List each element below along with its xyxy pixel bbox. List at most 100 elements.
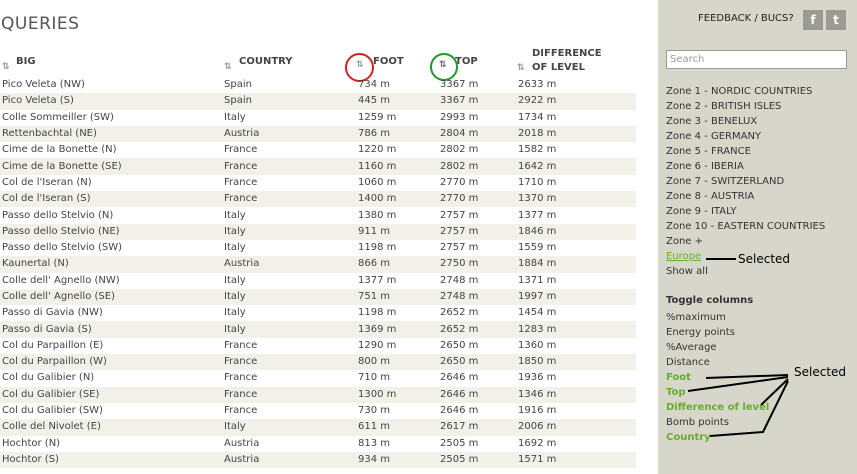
zone-item[interactable]: Show all: [666, 264, 825, 279]
cell-foot: 1160 m: [358, 158, 440, 175]
zone-item[interactable]: Zone 2 - BRITISH ISLES: [666, 99, 825, 114]
table-row[interactable]: Cime de la Bonette (SE) France 1160 m 2802 …: [0, 158, 636, 175]
table-row[interactable]: Hochtor (N) Austria 813 m 2505 m 1692 m: [0, 436, 636, 452]
table-row[interactable]: Kaunertal (N) Austria 866 m 2750 m 1884 m: [0, 256, 636, 273]
cell-top: 2748 m: [440, 274, 479, 286]
cell-top: 2757 m: [440, 209, 479, 221]
cell-difference: 1642 m: [518, 158, 636, 175]
cell-top: 2993 m: [440, 111, 479, 123]
zone-item[interactable]: Zone 5 - FRANCE: [666, 144, 825, 159]
cell-country: Austria: [224, 125, 358, 143]
cell-foot: 1060 m: [358, 176, 397, 188]
toggle-column-item[interactable]: %Average: [666, 340, 769, 355]
twitter-icon[interactable]: t: [826, 10, 846, 30]
cell-country: Italy: [224, 111, 246, 123]
cell-top: 2617 m: [440, 419, 518, 436]
zone-item[interactable]: Zone 3 - BENELUX: [666, 114, 825, 129]
cell-big: Cime de la Bonette (N): [2, 144, 117, 156]
cell-foot: 1198 m: [358, 307, 397, 319]
cell-big: Passo dello Stelvio (NE): [0, 223, 224, 240]
cell-difference: 1846 m: [518, 223, 636, 240]
toggle-column-item[interactable]: Difference of level: [666, 400, 769, 415]
table-row[interactable]: Pico Veleta (S) Spain 445 m 3367 m 2922 m: [0, 93, 636, 110]
table-row[interactable]: Colle del Nivolet (E) Italy 611 m 2617 m 200…: [0, 419, 636, 436]
table-row[interactable]: Rettenbachtal (NE) Austria 786 m 2804 m 2018…: [0, 125, 636, 143]
cell-difference: 2018 m: [518, 125, 636, 143]
search-input[interactable]: [666, 50, 847, 69]
cell-top: 3367 m: [440, 93, 518, 110]
table-row[interactable]: Col de l'Iseran (S) France 1400 m 2770 m 137…: [0, 191, 636, 208]
cell-difference: 2922 m: [518, 93, 636, 110]
zone-item[interactable]: Zone 1 - NORDIC COUNTRIES: [666, 84, 825, 99]
facebook-icon[interactable]: f: [803, 10, 823, 30]
table-row[interactable]: Col de l'Iseran (N) France 1060 m 2770 m 171…: [0, 175, 636, 191]
zone-item[interactable]: Zone 6 - IBERIA: [666, 159, 825, 174]
table-row[interactable]: Cime de la Bonette (N) France 1220 m 2802 m…: [0, 142, 636, 158]
table-row[interactable]: Col du Parpaillon (E) France 1290 m 2650 m 1…: [0, 338, 636, 354]
cell-top: 2770 m: [440, 176, 479, 188]
sort-icon[interactable]: ⇅: [224, 60, 231, 74]
toggle-column-item[interactable]: Energy points: [666, 325, 769, 340]
toggle-column-item[interactable]: Distance: [666, 355, 769, 370]
cell-country: Italy: [224, 321, 358, 338]
sort-icon[interactable]: ⇅: [517, 61, 524, 75]
page-title: QUERIES: [1, 14, 80, 34]
toggle-column-item[interactable]: %maximum: [666, 310, 769, 325]
zone-item[interactable]: Zone 10 - EASTERN COUNTRIES: [666, 219, 825, 234]
table-row[interactable]: Col du Galibier (SW) France 730 m 2646 m 191…: [0, 403, 636, 419]
table-row[interactable]: Hochtor (S) Austria 934 m 2505 m 1571 m: [0, 451, 636, 469]
toggle-column-item[interactable]: Top: [666, 385, 769, 400]
zone-item[interactable]: Zone +: [666, 234, 825, 249]
table-row[interactable]: Colle dell' Agnello (SE) Italy 751 m 2748 m…: [0, 288, 636, 306]
cell-country: Spain: [224, 79, 252, 91]
cell-difference: 1692 m: [518, 437, 557, 449]
table-row[interactable]: Passo dello Stelvio (N) Italy 1380 m 2757 m…: [0, 207, 636, 223]
cell-big: Col de l'Iseran (N): [2, 176, 92, 188]
table-row[interactable]: Passo di Gavia (NW) Italy 1198 m 2652 m 1454…: [0, 305, 636, 321]
cell-country: Italy: [224, 223, 358, 240]
cell-foot: 1259 m: [358, 111, 397, 123]
cell-country: Italy: [224, 307, 246, 319]
cell-top: 3367 m: [440, 79, 479, 91]
table-row[interactable]: Passo di Gavia (S) Italy 1369 m 2652 m 1283 …: [0, 321, 636, 338]
toggle-column-item[interactable]: Country: [666, 430, 769, 445]
feedback-link[interactable]: FEEDBACK / BUCS?: [698, 13, 794, 24]
sort-icon[interactable]: ⇅: [2, 60, 9, 74]
cell-top: 2646 m: [440, 405, 479, 417]
cell-big: Col du Parpaillon (W): [0, 354, 224, 371]
cell-difference: 1734 m: [518, 111, 557, 123]
table-row[interactable]: Colle dell' Agnello (NW) Italy 1377 m 2748 …: [0, 273, 636, 289]
table-row[interactable]: Pico Veleta (NW) Spain 734 m 3367 m 2633 m: [0, 77, 636, 93]
table-row[interactable]: Col du Galibier (SE) France 1300 m 2646 m 13…: [0, 386, 636, 403]
cell-top: 2802 m: [440, 158, 518, 175]
cell-difference: 2006 m: [518, 419, 636, 436]
table-row[interactable]: Col du Galibier (N) France 710 m 2646 m 1936…: [0, 370, 636, 386]
toggle-column-item[interactable]: Foot: [666, 370, 769, 385]
zone-item[interactable]: Zone 4 - GERMANY: [666, 129, 825, 144]
cell-foot: 1290 m: [358, 339, 397, 351]
table-row[interactable]: Col du Parpaillon (W) France 800 m 2650 m 18…: [0, 354, 636, 371]
zone-item[interactable]: Zone 8 - AUSTRIA: [666, 189, 825, 204]
cell-big: Rettenbachtal (NE): [0, 125, 224, 143]
cell-foot: 1300 m: [358, 386, 440, 403]
table-row[interactable]: Passo dello Stelvio (NE) Italy 911 m 2757 m…: [0, 223, 636, 240]
header-big-label: BIG: [16, 56, 36, 67]
cell-top: 2757 m: [440, 223, 518, 240]
cell-foot: 1198 m: [358, 242, 397, 254]
cell-foot: 1369 m: [358, 321, 440, 338]
cell-top: 2652 m: [440, 307, 479, 319]
zone-item[interactable]: Zone 7 - SWITZERLAND: [666, 174, 825, 189]
cell-foot: 751 m: [358, 288, 440, 306]
toggle-column-item[interactable]: Bomb points: [666, 415, 769, 430]
cell-difference: 1370 m: [518, 191, 636, 208]
table-row[interactable]: Passo dello Stelvio (SW) Italy 1198 m 2757 …: [0, 240, 636, 256]
table-row[interactable]: Colle Sommeiller (SW) Italy 1259 m 2993 m 17…: [0, 110, 636, 126]
zone-item[interactable]: Zone 9 - ITALY: [666, 204, 825, 219]
header-difference-label-1: DIFFERENCE: [532, 48, 602, 59]
cell-foot: 786 m: [358, 125, 440, 143]
main-panel: QUERIES ⇅ BIG ⇅ COUNTRY ⇅ FOOT ⇅ TOP ⇅ D…: [0, 0, 658, 474]
cell-country: France: [224, 405, 258, 417]
cell-top: 2646 m: [440, 386, 518, 403]
sidebar: FEEDBACK / BUCS? f t Zone 1 - NORDIC COU…: [658, 0, 857, 474]
cell-country: France: [224, 372, 258, 384]
